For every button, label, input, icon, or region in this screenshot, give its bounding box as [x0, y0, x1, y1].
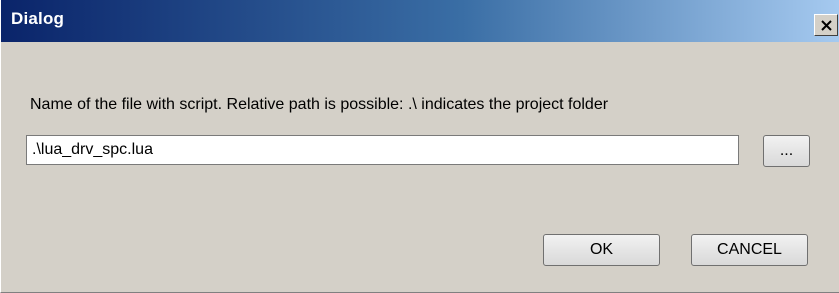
dialog-window: Dialog Name of the file with script. Rel… [0, 0, 839, 293]
cancel-button[interactable]: CANCEL [691, 234, 808, 266]
browse-button[interactable]: ... [763, 135, 810, 167]
window-title: Dialog [11, 9, 65, 28]
script-file-input[interactable] [26, 135, 739, 165]
file-path-label: Name of the file with script. Relative p… [30, 96, 609, 113]
title-bar[interactable]: Dialog [1, 0, 839, 42]
ok-button[interactable]: OK [543, 234, 660, 266]
close-icon [820, 19, 832, 31]
close-button[interactable] [814, 14, 838, 36]
